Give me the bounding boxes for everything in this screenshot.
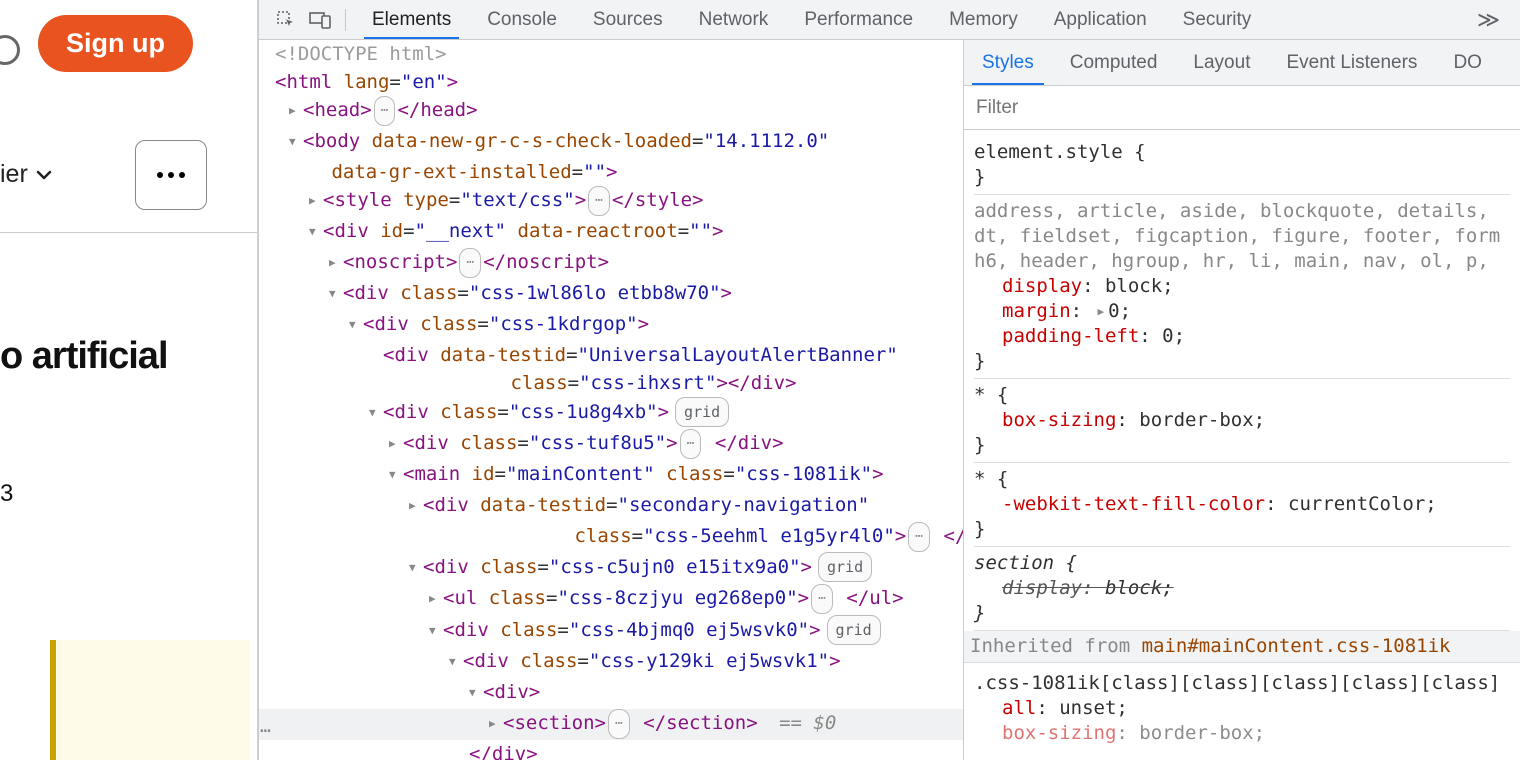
rule-section[interactable]: section { display: block; } — [974, 547, 1510, 631]
more-dots-icon — [157, 172, 185, 178]
expand-arrow-icon[interactable] — [389, 427, 403, 458]
sidebar-tab-event-listeners[interactable]: Event Listeners — [1268, 40, 1435, 85]
devtools-main-tabs: Elements Console Sources Network Perform… — [354, 0, 1467, 39]
dom-ul[interactable]: <ul class="css-8czjyu eg268ep0">⋯ </ul> — [259, 584, 963, 615]
expand-arrow-icon[interactable] — [289, 125, 303, 156]
devtools-toolbar: Elements Console Sources Network Perform… — [259, 0, 1520, 40]
devtools-panel: Elements Console Sources Network Perform… — [258, 0, 1520, 760]
more-options-button[interactable] — [135, 140, 207, 210]
expand-arrow-icon[interactable] — [409, 489, 423, 520]
divider — [0, 232, 257, 233]
sidebar-tab-dom-breakpoints[interactable]: DO — [1435, 40, 1500, 85]
chevron-down-icon — [34, 165, 54, 185]
website-preview-panel: Sign up ier o artificial 3 — [0, 0, 258, 760]
expand-arrow-icon[interactable] — [309, 215, 323, 246]
rule-star-boxsizing[interactable]: * { box-sizing: border-box; } — [974, 379, 1510, 463]
search-icon[interactable] — [0, 35, 20, 65]
dom-div-4bjmq0[interactable]: <div class="css-4bjmq0 ej5wsvk0">grid — [259, 615, 963, 647]
expand-arrow-icon[interactable] — [329, 277, 343, 308]
sidebar-tabs: Styles Computed Layout Event Listeners D… — [964, 40, 1520, 86]
styles-sidebar: Styles Computed Layout Event Listeners D… — [964, 40, 1520, 760]
tab-network[interactable]: Network — [681, 0, 787, 39]
rule-reset[interactable]: address, article, aside, blockquote, det… — [974, 195, 1510, 379]
expand-arrow-icon[interactable] — [289, 94, 303, 125]
dom-plain-div[interactable]: <div> — [259, 678, 963, 709]
dom-div-y129ki[interactable]: <div class="css-y129ki ej5wsvk1"> — [259, 647, 963, 678]
expand-arrow-icon[interactable] — [369, 396, 383, 427]
tab-memory[interactable]: Memory — [931, 0, 1036, 39]
dom-div-c5ujn0[interactable]: <div class="css-c5ujn0 e15itx9a0">grid — [259, 552, 963, 584]
dom-body-open[interactable]: <body data-new-gr-c-s-check-loaded="14.1… — [259, 127, 963, 186]
callout-block — [50, 640, 250, 760]
dom-alert-div[interactable]: <div data-testid="UniversalLayoutAlertBa… — [259, 341, 963, 397]
dropdown-label: ier — [0, 160, 28, 189]
fragment-text: 3 — [0, 480, 13, 508]
dom-next-div[interactable]: <div id="__next" data-reactroot=""> — [259, 217, 963, 248]
dom-head[interactable]: <head>⋯</head> — [259, 96, 963, 127]
expand-arrow-icon[interactable] — [429, 582, 443, 613]
dom-html-open[interactable]: <html lang="en"> — [259, 68, 963, 96]
expand-arrow-icon[interactable] — [349, 308, 363, 339]
tab-console[interactable]: Console — [469, 0, 575, 39]
dom-secnav[interactable]: <div data-testid="secondary-navigation" … — [259, 491, 963, 552]
expand-arrow-icon[interactable] — [409, 551, 423, 582]
sidebar-tab-computed[interactable]: Computed — [1052, 40, 1176, 85]
rule-element-style[interactable]: element.style { } — [974, 136, 1510, 195]
dom-div-kdrgop[interactable]: <div class="css-1kdrgop"> — [259, 310, 963, 341]
row-actions-icon[interactable]: … — [260, 713, 272, 741]
tab-elements[interactable]: Elements — [354, 0, 469, 39]
dom-div-wl86lo[interactable]: <div class="css-1wl86lo etbb8w70"> — [259, 279, 963, 310]
dom-noscript[interactable]: <noscript>⋯</noscript> — [259, 248, 963, 279]
elements-tree[interactable]: <!DOCTYPE html> <html lang="en"> <head>⋯… — [259, 40, 964, 760]
tabs-overflow-button[interactable]: ≫ — [1467, 7, 1510, 33]
sidebar-tab-styles[interactable]: Styles — [964, 40, 1052, 85]
rule-css1081ik[interactable]: .css-1081ik[class][class][class][class][… — [974, 667, 1510, 750]
dom-style[interactable]: <style type="text/css">⋯</style> — [259, 186, 963, 217]
tab-application[interactable]: Application — [1036, 0, 1165, 39]
expand-arrow-icon[interactable] — [389, 458, 403, 489]
styles-filter-input[interactable] — [976, 97, 1508, 119]
tab-performance[interactable]: Performance — [786, 0, 931, 39]
dom-section-selected[interactable]: … <section>⋯ </section> == $0 — [259, 709, 963, 740]
expand-arrow-icon[interactable] — [449, 645, 463, 676]
sign-up-button[interactable]: Sign up — [38, 15, 193, 72]
expand-arrow-icon[interactable] — [329, 246, 343, 277]
expand-arrow-icon[interactable] — [429, 614, 443, 645]
expand-arrow-icon[interactable] — [309, 184, 323, 215]
expand-arrow-icon[interactable] — [469, 676, 483, 707]
toolbar-separator — [345, 9, 346, 31]
tab-sources[interactable]: Sources — [575, 0, 681, 39]
inherited-from-header: Inherited from main#mainContent.css-1081… — [964, 631, 1520, 663]
devtools-body: <!DOCTYPE html> <html lang="en"> <head>⋯… — [259, 40, 1520, 760]
inspect-element-icon[interactable] — [269, 0, 303, 39]
expand-arrow-icon[interactable] — [489, 707, 503, 738]
dom-div-1u8g4xb[interactable]: <div class="css-1u8g4xb">grid — [259, 397, 963, 429]
dom-plain-div-close[interactable]: </div> — [259, 740, 963, 760]
dropdown-fragment[interactable]: ier — [0, 160, 54, 189]
styles-rules[interactable]: element.style { } address, article, asid… — [964, 130, 1520, 760]
styles-filter-row — [964, 86, 1520, 130]
device-toolbar-icon[interactable] — [303, 0, 337, 39]
dom-main[interactable]: <main id="mainContent" class="css-1081ik… — [259, 460, 963, 491]
dom-div-tuf8u5[interactable]: <div class="css-tuf8u5">⋯ </div> — [259, 429, 963, 460]
rule-star-textfill[interactable]: * { -webkit-text-fill-color: currentColo… — [974, 463, 1510, 547]
dom-doctype[interactable]: <!DOCTYPE html> — [259, 40, 963, 68]
sidebar-tab-layout[interactable]: Layout — [1175, 40, 1268, 85]
page-title: o artificial — [0, 335, 168, 378]
tab-security[interactable]: Security — [1165, 0, 1270, 39]
selection-marker: == $0 — [779, 712, 836, 734]
